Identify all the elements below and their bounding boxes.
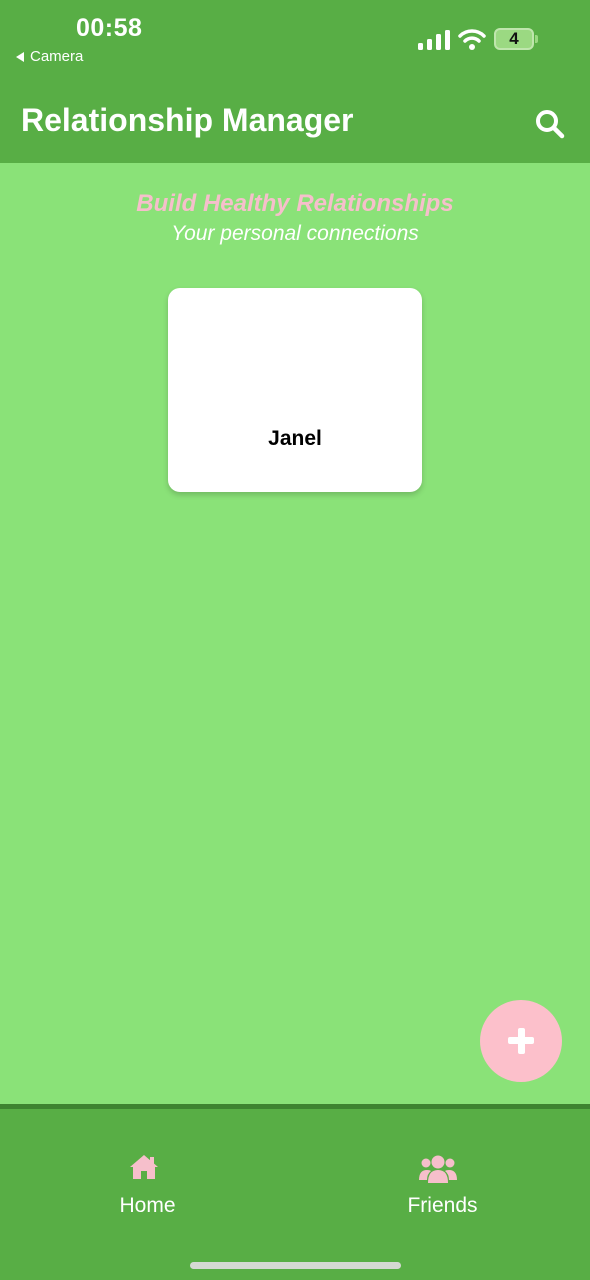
- battery-indicator: 4: [494, 28, 534, 50]
- nav-item-friends[interactable]: Friends: [295, 1109, 590, 1239]
- battery-level: 4: [509, 29, 519, 48]
- friends-icon: [419, 1155, 457, 1183]
- status-time: 00:58: [76, 14, 143, 42]
- hero-title: Build Healthy Relationships: [136, 190, 454, 217]
- back-arrow-icon: [16, 51, 24, 62]
- home-indicator[interactable]: [190, 1262, 401, 1269]
- friend-name: Janel: [268, 427, 322, 450]
- friend-card[interactable]: Janel: [168, 288, 422, 492]
- cellular-signal-icon: [418, 30, 450, 50]
- hero-subtitle: Your personal connections: [171, 222, 419, 245]
- wifi-icon: [458, 29, 486, 50]
- bottom-nav: Home Friends: [0, 1109, 590, 1280]
- search-icon[interactable]: [534, 108, 566, 140]
- back-label: Camera: [30, 48, 84, 65]
- add-friend-button[interactable]: [480, 1000, 562, 1082]
- home-icon: [130, 1155, 158, 1179]
- app-screen: 00:58 Camera 4 Relationship Manager Buil…: [0, 0, 590, 1280]
- nav-label-home: Home: [119, 1194, 176, 1217]
- app-title: Relationship Manager: [21, 102, 354, 138]
- battery-tip: [535, 35, 538, 43]
- app-header: 00:58 Camera 4 Relationship Manager: [0, 0, 590, 163]
- back-to-camera-link[interactable]: Camera: [16, 48, 83, 65]
- nav-item-home[interactable]: Home: [0, 1109, 295, 1239]
- nav-label-friends: Friends: [407, 1194, 478, 1217]
